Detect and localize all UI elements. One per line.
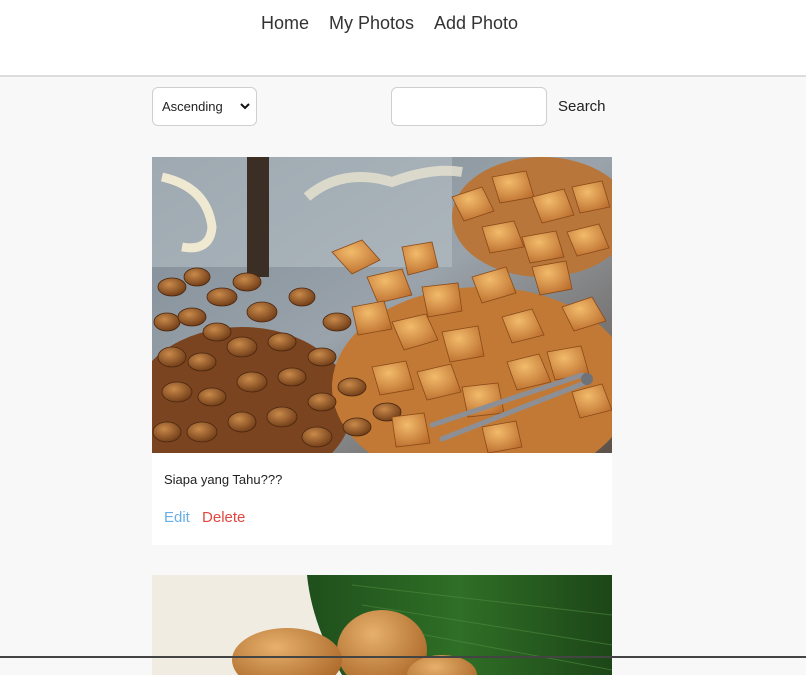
top-navbar: Home My Photos Add Photo [0, 0, 806, 77]
search-button[interactable]: Search [553, 87, 613, 126]
nav-home-link[interactable]: Home [261, 13, 309, 34]
sort-order-value: Ascending [162, 99, 223, 114]
delete-photo-link[interactable]: Delete [202, 509, 245, 526]
photo-actions: Edit Delete [164, 509, 245, 526]
chevron-down-icon [234, 103, 256, 110]
sort-order-select[interactable]: Ascending [152, 87, 257, 126]
nav-add-photo-link[interactable]: Add Photo [434, 13, 518, 34]
search-input[interactable] [391, 87, 547, 126]
edit-photo-link[interactable]: Edit [164, 509, 190, 526]
photo-image [152, 575, 612, 675]
photo-card [152, 575, 612, 675]
photo-card: Siapa yang Tahu??? Edit Delete [152, 157, 612, 545]
photo-image [152, 157, 612, 453]
nav-my-photos-link[interactable]: My Photos [329, 13, 414, 34]
photo-caption: Siapa yang Tahu??? [164, 472, 283, 487]
